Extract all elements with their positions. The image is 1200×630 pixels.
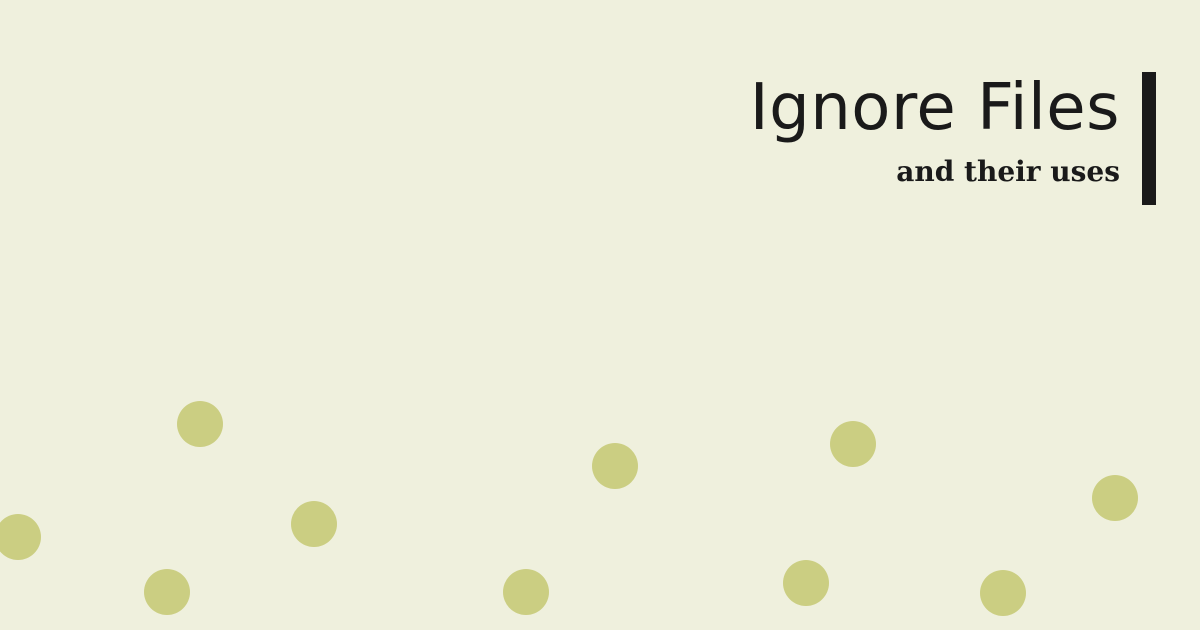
decorative-dot [980,570,1026,616]
decorative-dot [830,421,876,467]
decorative-dot [291,501,337,547]
title-block: Ignore Files and their uses [750,76,1120,186]
banner-title: Ignore Files [749,71,1120,145]
decorative-dot [1092,475,1138,521]
decorative-dot [503,569,549,615]
banner-canvas: Ignore Files and their uses [0,0,1200,630]
decorative-dot [592,443,638,489]
decorative-dot [783,560,829,606]
decorative-dot [144,569,190,615]
decorative-dot [0,514,41,560]
accent-bar [1142,72,1156,205]
banner-subtitle: and their uses [896,155,1120,188]
decorative-dot [177,401,223,447]
